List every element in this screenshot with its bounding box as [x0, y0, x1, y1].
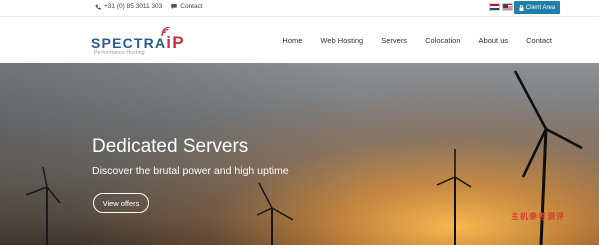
logo-suffix: iP — [166, 33, 185, 52]
nav-web-hosting[interactable]: Web Hosting — [320, 36, 363, 45]
phone-number: +31 (0) 85 3011 303 — [104, 3, 163, 10]
lock-icon — [519, 4, 524, 11]
main-nav: Home Web Hosting Servers Colocation Abou… — [282, 36, 552, 45]
nav-servers[interactable]: Servers — [381, 36, 407, 45]
chat-icon — [171, 4, 178, 9]
nav-contact[interactable]: Contact — [526, 36, 552, 45]
client-area-button[interactable]: Client Area — [514, 1, 560, 14]
wind-turbines-image — [25, 70, 583, 245]
phone-icon — [95, 4, 101, 9]
nav-colocation[interactable]: Colocation — [425, 36, 460, 45]
language-switcher — [489, 3, 513, 11]
top-contact-label: Contact — [180, 3, 203, 10]
hero-title: Dedicated Servers — [92, 136, 249, 157]
view-offers-button[interactable]: View offers — [93, 193, 149, 213]
site-logo[interactable]: SPECTRAiP Performance Hosting — [91, 27, 185, 57]
top-utility-bar: +31 (0) 85 3011 303 Contact Client Area — [0, 0, 599, 17]
top-contact-link[interactable]: Contact — [171, 3, 203, 10]
logo-tagline: Performance Hosting — [94, 50, 145, 56]
nl-flag-icon[interactable] — [489, 3, 500, 11]
hero-subtitle: Discover the brutal power and high uptim… — [92, 165, 289, 177]
nav-home[interactable]: Home — [282, 36, 302, 45]
watermark-text: 主机参考测评 — [511, 211, 565, 221]
client-area-label: Client Area — [525, 4, 556, 11]
nav-about-us[interactable]: About us — [479, 36, 509, 45]
phone-link[interactable]: +31 (0) 85 3011 303 — [95, 3, 162, 10]
site-header: SPECTRAiP Performance Hosting Home Web H… — [0, 18, 599, 63]
hero-banner: Dedicated Servers Discover the brutal po… — [0, 63, 599, 245]
logo-text: SPECTRA — [91, 35, 167, 51]
us-flag-icon[interactable] — [502, 3, 513, 11]
top-contact-links: +31 (0) 85 3011 303 Contact — [95, 3, 203, 10]
